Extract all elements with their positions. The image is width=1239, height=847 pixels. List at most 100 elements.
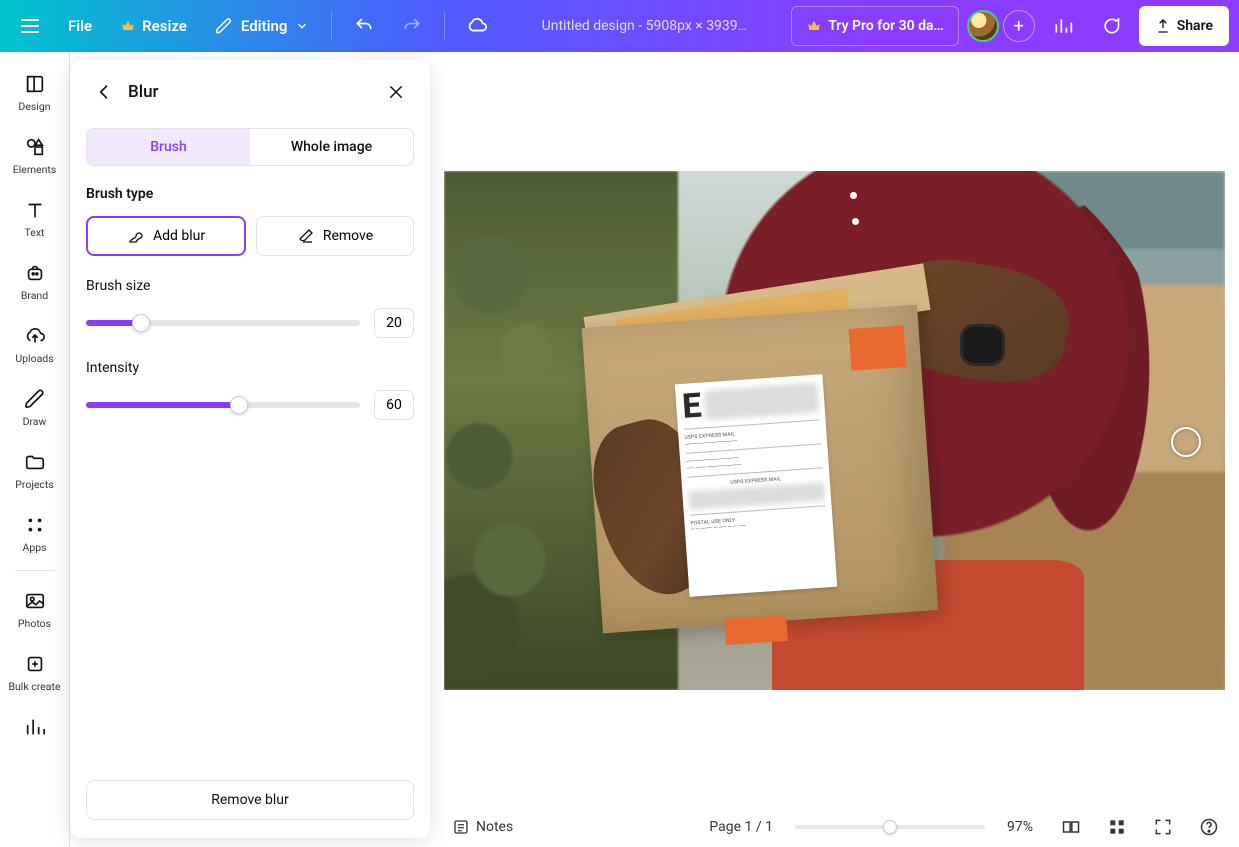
slider-thumb[interactable] — [132, 314, 150, 332]
chart-icon — [23, 715, 47, 739]
sidebar-item-label: Design — [18, 100, 50, 113]
projects-icon — [23, 450, 47, 474]
share-button[interactable]: Share — [1139, 6, 1229, 46]
notes-icon — [452, 818, 470, 836]
sidebar-item-label: Bulk create — [8, 680, 60, 693]
crown-icon — [806, 18, 822, 34]
comment-button[interactable] — [1091, 6, 1131, 46]
sidebar-item-bulk-create[interactable]: Bulk create — [0, 642, 69, 705]
canvas-image[interactable]: E USPS EXPRESS MAIL ────────────── ─────… — [444, 171, 1225, 690]
sidebar-item-label: Apps — [22, 541, 46, 554]
file-label: File — [68, 17, 92, 35]
fullscreen-button[interactable] — [1147, 811, 1179, 843]
remove-brush-button[interactable]: Remove — [256, 216, 414, 256]
intensity-slider[interactable] — [86, 402, 360, 408]
sidebar-item-label: Uploads — [15, 352, 53, 365]
zoom-thumb[interactable] — [883, 820, 897, 834]
eraser-icon — [297, 227, 315, 245]
left-sidebar: Design Elements Text Brand Uploads Draw … — [0, 52, 70, 847]
page-indicator[interactable]: Page 1 / 1 — [701, 811, 781, 843]
sidebar-item-text[interactable]: Text — [0, 188, 69, 251]
add-blur-label: Add blur — [153, 228, 205, 244]
resize-button[interactable]: Resize — [110, 6, 197, 46]
sidebar-item-brand[interactable]: Brand — [0, 251, 69, 314]
try-pro-button[interactable]: Try Pro for 30 da… — [791, 6, 958, 46]
apps-icon — [23, 513, 47, 537]
zoom-slider[interactable] — [795, 825, 985, 829]
sidebar-item-label: Brand — [21, 289, 48, 302]
brush-icon — [127, 227, 145, 245]
mode-segmented-control: Brush Whole image — [86, 128, 414, 166]
panel-body: Brush Whole image Brush type Add blur Re… — [70, 124, 430, 442]
sidebar-item-design[interactable]: Design — [0, 62, 69, 125]
top-bar: File Resize Editing Untitled design - 59… — [0, 0, 1239, 52]
sidebar-item-elements[interactable]: Elements — [0, 125, 69, 188]
editing-mode-button[interactable]: Editing — [205, 6, 320, 46]
share-label: Share — [1177, 18, 1213, 34]
sidebar-separator — [15, 570, 55, 571]
avatar[interactable] — [967, 10, 999, 42]
sidebar-item-label: Text — [25, 226, 45, 239]
cloud-sync-icon[interactable] — [457, 6, 497, 46]
sidebar-item-label: Photos — [18, 617, 51, 630]
brush-type-label: Brush type — [86, 186, 414, 202]
panel-title: Blur — [128, 82, 378, 102]
crown-icon — [120, 18, 136, 34]
main-menu-button[interactable] — [10, 6, 50, 46]
remove-blur-button[interactable]: Remove blur — [86, 780, 414, 820]
sidebar-item-projects[interactable]: Projects — [0, 440, 69, 503]
brand-icon — [23, 261, 47, 285]
notes-label: Notes — [476, 819, 513, 835]
image-button — [850, 192, 857, 199]
divider — [444, 12, 445, 40]
photos-icon — [23, 589, 47, 613]
sidebar-item-apps[interactable]: Apps — [0, 503, 69, 566]
try-pro-label: Try Pro for 30 da… — [828, 18, 943, 34]
add-blur-button[interactable]: Add blur — [86, 216, 246, 256]
design-title[interactable]: Untitled design - 5908px × 3939… — [542, 18, 747, 34]
bulk-create-icon — [23, 652, 47, 676]
intensity-label: Intensity — [86, 360, 414, 376]
image-watch — [963, 327, 1002, 363]
intensity-value[interactable]: 60 — [374, 390, 414, 420]
sidebar-item-draw[interactable]: Draw — [0, 377, 69, 440]
notes-button[interactable]: Notes — [444, 811, 521, 843]
tab-brush[interactable]: Brush — [87, 129, 250, 165]
panel-header: Blur — [70, 60, 430, 124]
chevron-down-icon — [295, 19, 309, 33]
pencil-icon — [215, 17, 233, 35]
label-letter: E — [681, 388, 702, 423]
image-tape — [724, 615, 788, 645]
undo-button[interactable] — [344, 6, 384, 46]
blur-panel: Blur Brush Whole image Brush type Add bl… — [70, 60, 430, 838]
brush-size-slider[interactable] — [86, 320, 360, 326]
redo-button[interactable] — [392, 6, 432, 46]
insights-button[interactable] — [1043, 6, 1083, 46]
sidebar-item-label: Projects — [15, 478, 54, 491]
brush-size-value[interactable]: 20 — [374, 308, 414, 338]
sidebar-item-more[interactable] — [0, 705, 69, 739]
panel-footer: Remove blur — [70, 766, 430, 838]
file-menu-button[interactable]: File — [58, 6, 102, 46]
slider-thumb[interactable] — [230, 396, 248, 414]
close-button[interactable] — [378, 74, 414, 110]
add-collaborator-button[interactable]: + — [1003, 10, 1035, 42]
sidebar-item-photos[interactable]: Photos — [0, 579, 69, 642]
sidebar-item-label: Draw — [23, 415, 47, 428]
divider — [331, 12, 332, 40]
image-tape — [849, 325, 906, 370]
slider-fill — [86, 402, 239, 408]
label-blurred-text — [705, 382, 820, 420]
grid-view-button[interactable] — [1101, 811, 1133, 843]
remove-label: Remove — [323, 228, 373, 244]
draw-icon — [23, 387, 47, 411]
back-button[interactable] — [86, 74, 122, 110]
page-view-button[interactable] — [1055, 811, 1087, 843]
uploads-icon — [23, 324, 47, 348]
sidebar-item-uploads[interactable]: Uploads — [0, 314, 69, 377]
tab-whole-image[interactable]: Whole image — [250, 129, 413, 165]
help-button[interactable] — [1193, 811, 1225, 843]
shipping-label: E USPS EXPRESS MAIL ────────────── ─────… — [675, 374, 838, 597]
zoom-value[interactable]: 97% — [999, 811, 1041, 843]
canvas[interactable]: E USPS EXPRESS MAIL ────────────── ─────… — [444, 171, 1225, 690]
